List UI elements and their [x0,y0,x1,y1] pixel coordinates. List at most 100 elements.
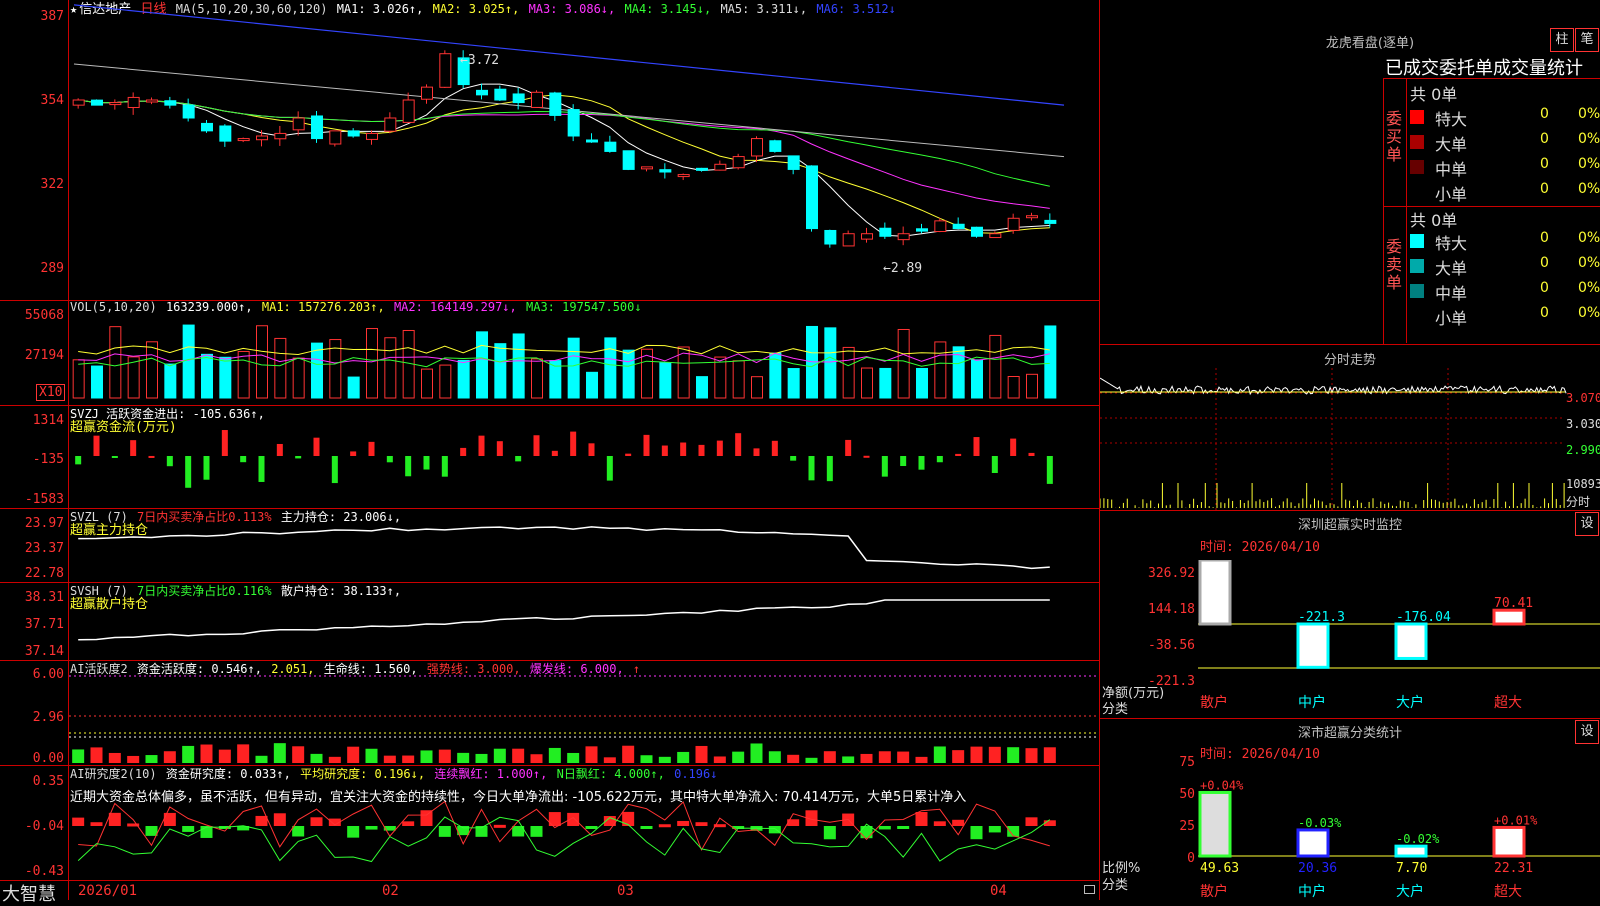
svsh-prefix: SVSH (7) [70,584,128,598]
svzj-tick-3: -1583 [24,492,64,507]
svzj-bar [588,443,595,456]
kline-chart[interactable] [69,0,1099,880]
row-name: 中单 [1435,160,1468,179]
candle-body [952,223,965,230]
ai-res-bar [182,826,195,832]
ai-act-tick-2: 2.96 [32,710,64,725]
candle-body [512,93,525,104]
ma2-line [78,94,1050,234]
vol-tick-1: 55068 [24,308,64,323]
vol-ma3: MA3: 197547.500↓ [526,300,642,314]
candle-body [604,141,617,152]
sz-monitor-category-label: 中户 [1298,694,1326,710]
row-count: 0 [1540,131,1549,147]
ai-act-c: 生命线: 1.560, [323,662,418,676]
svzl-tick-1: 23.97 [24,516,64,531]
ai-res-tick-2: -0.04 [24,819,64,834]
candle-body [787,155,800,170]
ai-act-bar [200,744,213,763]
svzl-tick-3: 22.78 [24,566,64,581]
row-name: 特大 [1435,234,1468,253]
candle-body [127,96,140,109]
row-pct: 0% [1578,305,1600,321]
buy-row-s: 小单 0 0% [1410,181,1600,204]
sell-row-m: 中单 0 0% [1410,280,1600,303]
candle-body [219,125,232,142]
volume-bar [476,331,488,399]
svzj-line2: 超赢资金流(万元) [70,420,177,435]
sz-class-bar [1394,844,1428,858]
ai-act-a: 资金活跃度: 0.546↑, [136,662,262,676]
ai-res-bar [860,826,873,839]
ai-act-bar [585,746,598,763]
ai-act-bar [328,756,341,763]
svzj-bar [441,456,448,477]
bar-mode-button[interactable]: 柱 [1550,28,1574,52]
tick-mode-button[interactable]: 笔 [1575,28,1599,52]
ai-res-bar [273,813,286,826]
ai-res-a: 资金研究度: 0.033↑, [165,767,291,781]
volume-bar [751,376,763,399]
ai-act-bar [273,743,286,763]
ai-res-bar [292,826,305,837]
svsh-legend: SVSH (7) 7日内买卖净占比0.116% 散户持仓: 38.133↑, 超… [70,584,403,612]
ai-act-bar [952,750,965,763]
svzj-bar [826,456,833,482]
candle-body [769,140,782,152]
svzj-bar [93,435,100,456]
svzj-bar [716,440,723,456]
svzj-bar [185,456,192,488]
ai-res-line [78,800,1050,852]
volume-bar [622,349,635,399]
candle-body [91,99,103,106]
ai-act-bar [677,751,690,763]
ai-res-bar [915,811,928,826]
buy-orders-label: 委买单 [1385,110,1403,164]
volume-bar [1026,373,1038,399]
row-name: 大单 [1435,259,1468,278]
sz-class-settings-button[interactable]: 设 [1575,720,1599,744]
svzj-bar [496,441,503,456]
ai-act-bar [347,746,360,763]
buy-row-l: 大单 0 0% [1410,131,1600,154]
ai-research-legend: AI研究度2(10) 资金研究度: 0.033↑, 平均研究度: 0.196↓,… [70,767,719,781]
ai-res-bar [365,826,378,830]
volume-bar [512,333,525,399]
svzj-bar [331,456,338,484]
order-stats-title: 已成交委托单成交量统计 [1385,58,1583,79]
sz-monitor-value-label: -221.3 [1298,610,1345,625]
sz-monitor-border [1100,510,1600,511]
svzj-bar [753,448,760,456]
svzj-bar [276,443,283,456]
volume-bar [586,371,598,399]
sz-monitor-settings-button[interactable]: 设 [1575,512,1599,536]
volume-bar [861,367,873,399]
lock-icon[interactable] [1084,885,1095,894]
volume-bar [91,365,103,399]
sz-class-change-label: -0.03% [1298,816,1342,830]
intraday-chart[interactable] [1100,368,1600,510]
high-price-marker: ←3.72 [460,53,500,68]
buy-total: 共 0单 [1410,85,1458,104]
ai-res-bar [952,819,965,826]
intraday-title: 分时走势 [1323,353,1376,368]
svzj-bar [808,456,815,481]
row-name: 小单 [1435,309,1468,328]
volume-bar [292,357,305,399]
sz-monitor-value-label: 326.92 [1200,560,1247,561]
svsh-tick-2: 37.71 [24,617,64,632]
sell-total: 共 0单 [1410,211,1458,230]
candle-body [1044,219,1057,224]
candle-body [494,88,507,101]
buy-label-text: 委买单 [1385,109,1402,164]
ai-act-bar [383,755,396,763]
candle-body [897,233,910,241]
ai-act-bar [108,752,121,763]
sz-monitor-time: 时间: 2026/04/10 [1200,540,1320,555]
date-label-4: 04 [990,883,1007,899]
row-name: 小单 [1435,185,1468,204]
date-label-3: 03 [617,883,634,899]
ai-res-bar [878,826,891,830]
candle-body [714,163,727,171]
ai-res-line2 [77,816,1051,863]
